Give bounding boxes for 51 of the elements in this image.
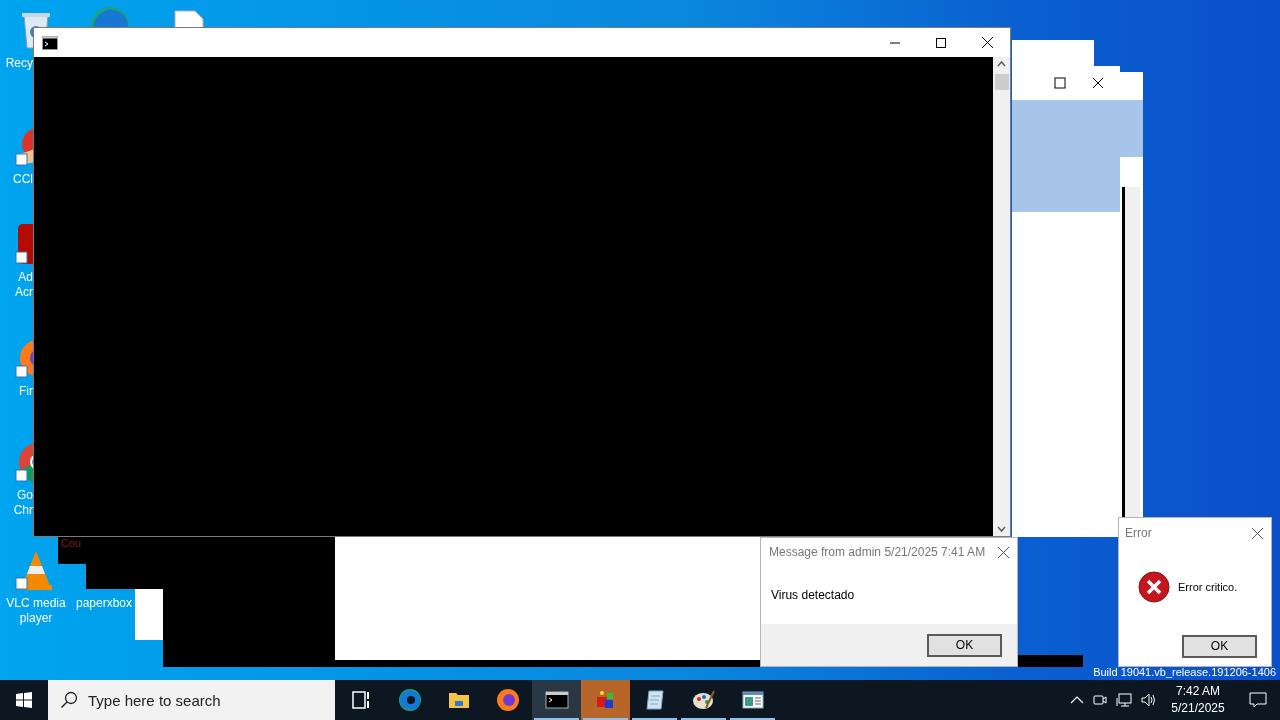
dialog-message: Error critico. [1178, 579, 1238, 595]
icon-label: Ad [18, 270, 33, 285]
firefox-icon [495, 688, 520, 712]
dialog-message: Virus detectado [771, 587, 855, 604]
search-field[interactable]: Type here to search [48, 680, 335, 720]
search-icon [60, 691, 78, 709]
volume-icon[interactable] [1140, 692, 1158, 708]
chevron-up-icon[interactable] [1070, 695, 1084, 705]
maximize-icon[interactable] [1054, 77, 1066, 89]
ok-button[interactable]: OK [1182, 634, 1257, 658]
taskbar-app[interactable] [532, 680, 581, 720]
error-icon [1138, 571, 1170, 603]
running-indicator [534, 718, 579, 720]
icon-label: CCl [13, 172, 33, 187]
running-indicator [632, 718, 677, 720]
build-info: Build 19041.vb_release.191206-1406 [1093, 665, 1276, 679]
running-indicator [681, 718, 726, 720]
scrollbar[interactable] [1125, 187, 1140, 517]
maximize-icon [936, 37, 946, 48]
window-text: Cou [60, 537, 83, 549]
windows-icon [16, 692, 32, 708]
icon-label: Recy [5, 56, 33, 71]
console-icon [42, 35, 58, 50]
clock[interactable]: 7:42 AM 5/21/2025 [1160, 680, 1236, 720]
clock-time: 7:42 AM [1176, 683, 1220, 700]
network-icon[interactable] [1116, 692, 1132, 708]
running-indicator [730, 718, 775, 720]
icon-label: paperxbox [75, 596, 132, 611]
icon-label: Go [17, 488, 33, 503]
scroll-thumb[interactable] [994, 74, 1009, 90]
palette-icon [691, 688, 716, 712]
icon-label: Acr [15, 285, 33, 300]
icon-label: player [19, 611, 53, 626]
dialog-title: Error [1125, 525, 1153, 542]
scrollbar[interactable] [993, 57, 1010, 536]
close-icon[interactable] [998, 546, 1009, 558]
window-icon [740, 688, 765, 712]
icon-label: Fir [19, 384, 33, 399]
message-icon [1249, 692, 1267, 708]
camera-icon[interactable] [1092, 692, 1108, 708]
edge-icon [397, 688, 422, 712]
console-icon [544, 688, 569, 712]
dialog-title: Message from admin 5/21/2025 7:41 AM [769, 544, 987, 561]
icon-label: VLC media [6, 596, 66, 611]
close-icon[interactable] [1092, 77, 1104, 89]
close-icon [981, 37, 993, 48]
clock-date: 5/21/2025 [1171, 700, 1225, 717]
icon-label: Chr [13, 503, 33, 518]
ok-button[interactable]: OK [927, 633, 1002, 657]
running-indicator [583, 718, 628, 720]
close-icon[interactable] [1252, 527, 1263, 539]
